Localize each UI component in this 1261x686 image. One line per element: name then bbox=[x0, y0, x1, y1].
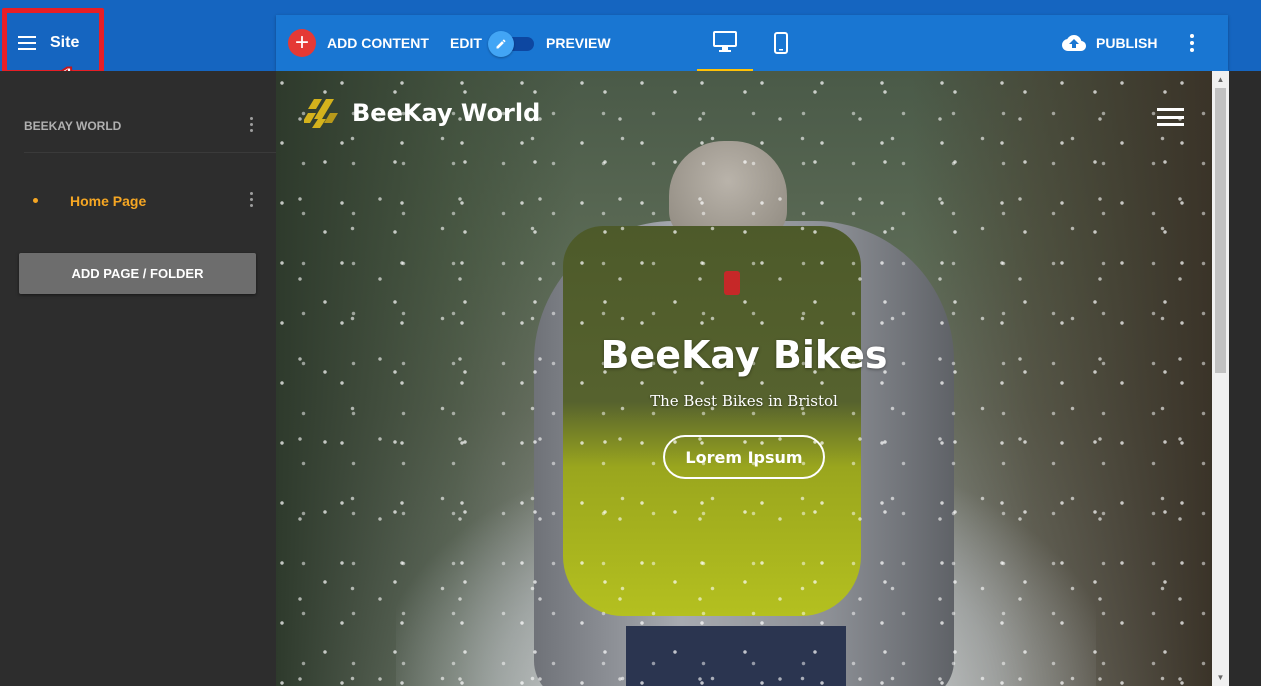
add-content-button[interactable]: + ADD CONTENT bbox=[288, 15, 429, 71]
mobile-view-button[interactable] bbox=[753, 15, 809, 71]
publish-label: PUBLISH bbox=[1096, 35, 1158, 51]
hero-title: BeeKay Bikes bbox=[600, 333, 888, 377]
desktop-icon bbox=[713, 31, 737, 52]
preview-mode-label: PREVIEW bbox=[546, 35, 611, 51]
preview-scrollbar[interactable]: ▲ ▼ bbox=[1212, 71, 1229, 686]
mobile-icon bbox=[774, 32, 788, 54]
plus-icon: + bbox=[288, 29, 316, 57]
sidebar-item-home-page[interactable]: Home Page bbox=[0, 183, 276, 217]
add-page-folder-button[interactable]: ADD PAGE / FOLDER bbox=[19, 253, 256, 294]
beekay-logo-icon bbox=[304, 99, 338, 128]
active-page-bullet bbox=[33, 198, 38, 203]
add-content-label: ADD CONTENT bbox=[327, 35, 429, 51]
site-menu-label: Site bbox=[50, 34, 80, 51]
hero-subtitle: The Best Bikes in Bristol bbox=[650, 392, 838, 410]
right-gutter bbox=[1229, 71, 1261, 686]
sidebar-divider bbox=[24, 152, 276, 153]
website-preview-frame[interactable]: BeeKay World BeeKay Bikes The Best Bikes… bbox=[276, 71, 1212, 686]
snowfall-overlay bbox=[276, 71, 1212, 686]
pencil-icon bbox=[488, 31, 514, 57]
scroll-up-arrow-icon[interactable]: ▲ bbox=[1212, 71, 1229, 88]
edit-preview-toggle[interactable] bbox=[488, 31, 536, 57]
site-sidebar: BEEKAY WORLD Home Page ADD PAGE / FOLDER bbox=[0, 71, 276, 686]
sidebar-item-label: Home Page bbox=[70, 193, 147, 209]
editor-toolbar: + ADD CONTENT EDIT PREVIEW PUBLISH bbox=[276, 15, 1228, 71]
more-vert-icon[interactable] bbox=[1180, 15, 1204, 71]
hamburger-icon bbox=[18, 36, 36, 50]
hero-cta-button[interactable]: Lorem Ipsum bbox=[663, 435, 825, 479]
publish-button[interactable]: PUBLISH bbox=[1062, 15, 1157, 71]
site-name-heading: BEEKAY WORLD bbox=[24, 119, 122, 133]
site-logo[interactable]: BeeKay World bbox=[304, 97, 540, 129]
desktop-view-button[interactable] bbox=[697, 15, 753, 71]
site-options-more-vert-icon[interactable] bbox=[250, 117, 254, 132]
page-options-more-vert-icon[interactable] bbox=[250, 192, 254, 207]
site-logo-text: BeeKay World bbox=[352, 99, 541, 127]
edit-mode-label: EDIT bbox=[450, 35, 482, 51]
cloud-upload-icon bbox=[1062, 34, 1086, 51]
site-menu-button[interactable]: Site bbox=[8, 16, 98, 70]
scrollbar-thumb[interactable] bbox=[1215, 88, 1226, 373]
site-nav-hamburger-icon[interactable] bbox=[1157, 108, 1184, 126]
scroll-down-arrow-icon[interactable]: ▼ bbox=[1212, 669, 1229, 686]
